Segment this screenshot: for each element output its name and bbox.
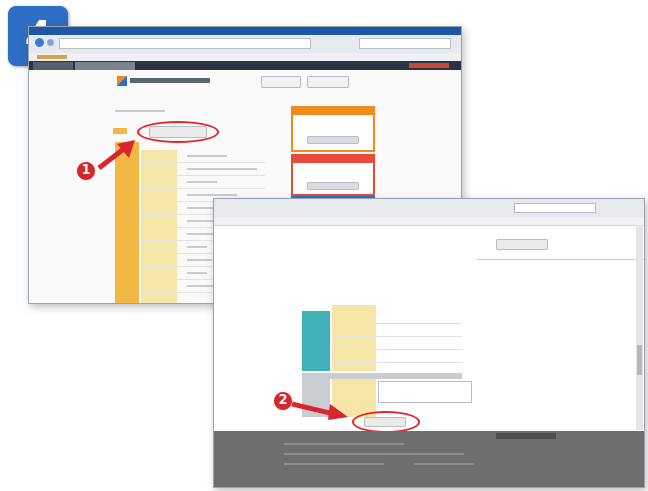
form-field[interactable] bbox=[187, 194, 237, 196]
confirm-row bbox=[332, 350, 462, 363]
form-field[interactable] bbox=[187, 272, 207, 274]
footer-link[interactable] bbox=[284, 453, 464, 455]
tab-page[interactable] bbox=[75, 62, 135, 70]
footer-link[interactable] bbox=[284, 463, 384, 465]
heading-line bbox=[115, 110, 165, 112]
form-field[interactable] bbox=[187, 155, 227, 157]
footer-tab[interactable] bbox=[496, 433, 556, 439]
header-button-2[interactable] bbox=[307, 76, 349, 88]
footer-link[interactable] bbox=[414, 463, 474, 465]
info-panel-orange bbox=[291, 106, 375, 152]
form-field[interactable] bbox=[187, 181, 217, 183]
tab-menu[interactable] bbox=[409, 63, 449, 68]
small-label bbox=[113, 128, 127, 134]
footer-link[interactable] bbox=[284, 443, 404, 445]
browser-toolbar bbox=[29, 35, 461, 54]
browser-window-confirm bbox=[213, 198, 645, 488]
info-panel-red bbox=[291, 154, 375, 196]
browser-toolbar bbox=[214, 199, 644, 218]
tab-bar bbox=[29, 61, 461, 70]
forward-arrow-icon[interactable] bbox=[47, 39, 54, 46]
notes-textarea[interactable] bbox=[378, 381, 472, 403]
form-field[interactable] bbox=[187, 168, 257, 170]
panel-button[interactable] bbox=[307, 182, 359, 190]
scrollbar-thumb[interactable] bbox=[637, 345, 642, 375]
top-button[interactable] bbox=[496, 239, 548, 250]
tab-active[interactable] bbox=[33, 62, 73, 70]
search-field[interactable] bbox=[514, 203, 596, 213]
tab-bar bbox=[214, 217, 644, 226]
section-divider bbox=[476, 259, 644, 260]
pointer-arrow-icon bbox=[291, 401, 348, 420]
form-field[interactable] bbox=[187, 246, 207, 248]
title-bar bbox=[29, 27, 461, 35]
pointer-arrow-icon bbox=[97, 140, 135, 170]
highlight-ring-1 bbox=[137, 121, 219, 143]
address-bar[interactable] bbox=[59, 38, 311, 49]
logo-icon bbox=[117, 76, 127, 86]
confirm-row bbox=[332, 311, 462, 324]
marker-1: 1 bbox=[77, 162, 95, 180]
confirm-section-band bbox=[302, 311, 330, 371]
favorite-item[interactable] bbox=[37, 55, 67, 59]
form-field[interactable] bbox=[187, 259, 212, 261]
header-button-1[interactable] bbox=[261, 76, 301, 88]
panel-button[interactable] bbox=[307, 136, 359, 144]
search-field[interactable] bbox=[359, 38, 451, 49]
confirm-row bbox=[332, 324, 462, 337]
page-footer bbox=[214, 431, 644, 487]
site-title bbox=[130, 78, 210, 83]
scrollbar[interactable] bbox=[636, 225, 643, 430]
back-arrow-icon[interactable] bbox=[35, 38, 44, 47]
confirm-row bbox=[332, 337, 462, 350]
highlight-ring-2 bbox=[352, 411, 420, 433]
